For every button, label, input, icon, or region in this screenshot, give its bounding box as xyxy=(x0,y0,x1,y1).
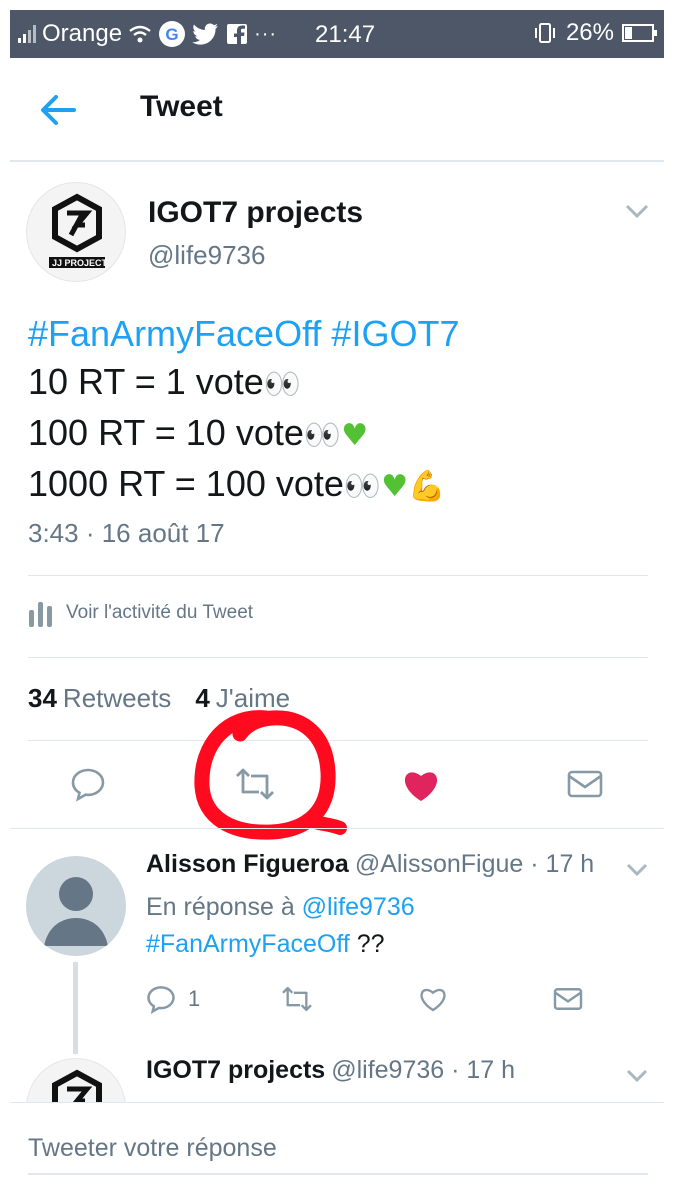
author-handle[interactable]: @life9736 xyxy=(148,240,265,271)
retweet-icon[interactable] xyxy=(234,766,276,802)
facebook-icon xyxy=(227,24,248,45)
tweet-timestamp: 3:43 · 16 août 17 xyxy=(28,518,225,548)
green-heart-emoji-icon: ♥ xyxy=(341,418,369,453)
chevron-down-icon[interactable] xyxy=(624,202,650,220)
svg-text:G: G xyxy=(165,25,178,44)
jj-project-logo-icon: JJ PROJECT xyxy=(49,193,108,268)
eyes-emoji-icon: 👀 xyxy=(263,367,302,402)
divider xyxy=(28,575,648,576)
reply-text: #FanArmyFaceOff ?? xyxy=(146,930,385,958)
signal-icon xyxy=(18,25,36,43)
author-avatar[interactable]: JJ PROJECT xyxy=(26,182,126,282)
like-heart-icon[interactable] xyxy=(402,768,440,802)
reply-icon xyxy=(147,986,175,1014)
tweet-line: 1000 RT = 100 vote👀♥💪 xyxy=(28,463,446,504)
reply-to-link[interactable]: @life9736 xyxy=(302,893,415,921)
retweets-stat[interactable]: 34 Retweets xyxy=(28,683,171,714)
retweet-icon[interactable] xyxy=(280,985,314,1013)
flexed-biceps-emoji-icon: 💪 xyxy=(408,469,446,504)
like-heart-outline-icon[interactable] xyxy=(418,985,448,1013)
carrier-label: Orange xyxy=(42,20,123,47)
eyes-emoji-icon: 👀 xyxy=(343,469,382,504)
likes-stat[interactable]: 4 J'aime xyxy=(195,683,290,714)
default-profile-icon xyxy=(44,877,108,946)
wifi-icon xyxy=(129,25,151,43)
tweet-line: 10 RT = 1 vote👀 xyxy=(28,361,302,402)
more-notifications-icon: ··· xyxy=(254,22,278,45)
reply-context: En réponse à @life9736 xyxy=(146,893,415,921)
back-arrow-icon[interactable] xyxy=(38,92,78,128)
reply-icon[interactable] xyxy=(70,766,106,802)
reply-author[interactable]: Alisson Figueroa @AlissonFigue · 17 h xyxy=(146,850,594,879)
app-header: Tweet xyxy=(10,58,664,162)
reply-count: 1 xyxy=(188,986,201,1011)
status-bar: Orange G ··· 21:47 26% xyxy=(10,10,664,58)
tweet-stats: 34 Retweets 4 J'aime xyxy=(28,683,290,714)
reply-input[interactable]: Tweeter votre réponse xyxy=(28,1131,648,1175)
reply-hashtag[interactable]: #FanArmyFaceOff xyxy=(146,930,350,958)
google-icon: G xyxy=(159,21,186,47)
author-name[interactable]: IGOT7 projects xyxy=(148,196,363,230)
tweet-activity-link[interactable]: Voir l'activité du Tweet xyxy=(28,598,253,628)
vibrate-icon xyxy=(534,23,555,43)
reply-avatar[interactable] xyxy=(26,856,126,956)
avatar-caption: JJ PROJECT xyxy=(52,258,108,268)
green-heart-emoji-icon: ♥ xyxy=(381,469,409,504)
tweet-line: 100 RT = 10 vote👀♥ xyxy=(28,412,369,453)
thread-connector xyxy=(73,962,78,1054)
direct-message-icon[interactable] xyxy=(553,986,583,1012)
divider xyxy=(10,828,664,829)
tweet-text: #FanArmyFaceOff #IGOT7 10 RT = 1 vote👀 1… xyxy=(28,310,459,511)
status-time: 21:47 xyxy=(315,21,376,48)
eyes-emoji-icon: 👀 xyxy=(303,418,342,453)
chevron-down-icon[interactable] xyxy=(626,862,648,878)
reply-author[interactable]: IGOT7 projects @life9736 · 17 h xyxy=(146,1056,515,1085)
chevron-down-icon[interactable] xyxy=(626,1068,648,1084)
activity-label: Voir l'activité du Tweet xyxy=(66,602,254,623)
page-title: Tweet xyxy=(140,90,223,123)
reply-reply-button[interactable]: 1 xyxy=(146,984,200,1014)
divider xyxy=(28,740,648,741)
battery-percent: 26% xyxy=(565,19,614,46)
twitter-notification-icon xyxy=(192,23,219,45)
battery-icon xyxy=(622,24,657,42)
direct-message-icon[interactable] xyxy=(567,768,603,800)
bar-chart-icon xyxy=(29,602,52,627)
tweet-hashtags[interactable]: #FanArmyFaceOff #IGOT7 xyxy=(28,310,459,358)
reply-compose-bar: Tweeter votre réponse xyxy=(10,1102,664,1200)
divider xyxy=(28,657,648,658)
